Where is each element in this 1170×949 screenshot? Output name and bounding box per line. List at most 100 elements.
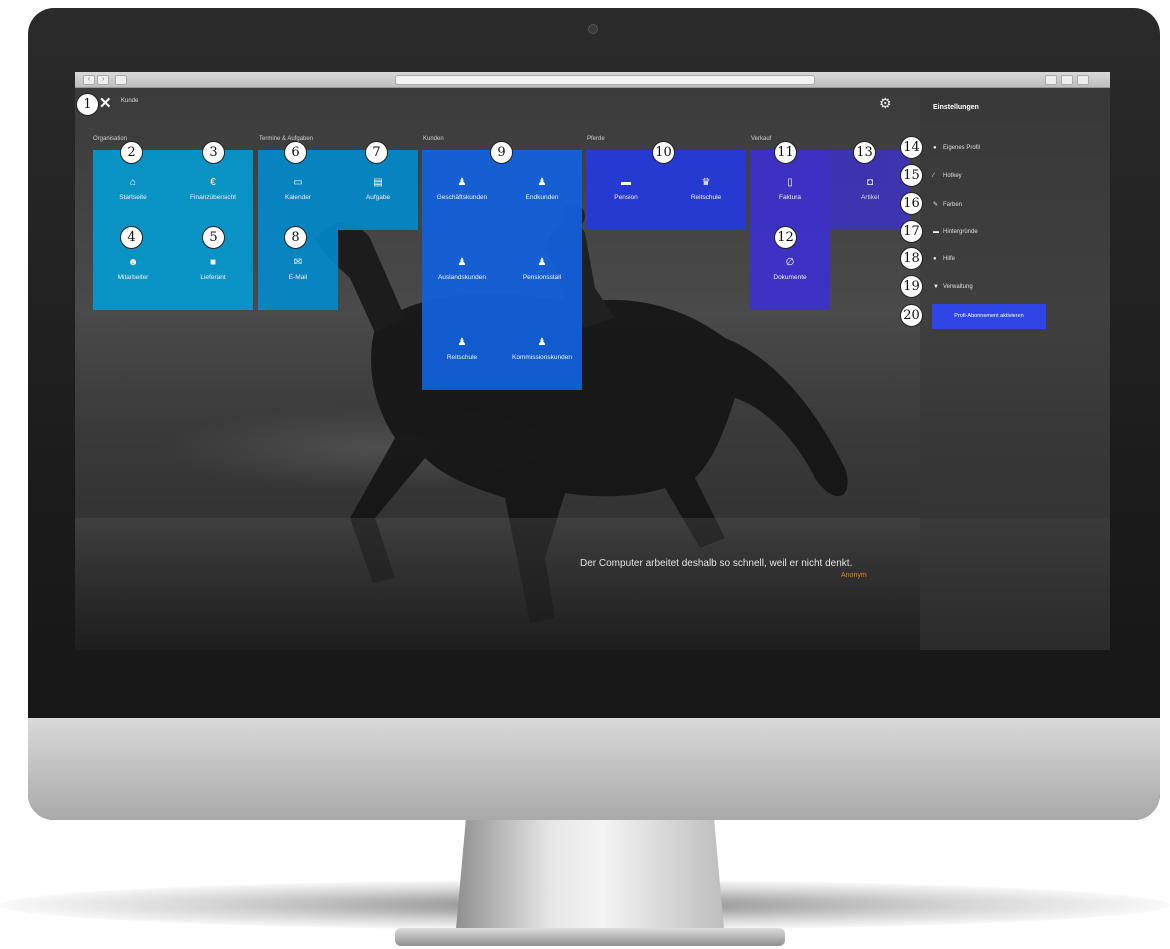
- tile-label: Pension: [614, 194, 638, 201]
- sidebar-toggle-icon[interactable]: [115, 75, 127, 85]
- callout-badge: 18: [900, 247, 923, 270]
- setting-hotkey[interactable]: ⁄ Hotkey: [933, 173, 962, 179]
- tile-endkunden[interactable]: ♟ Endkunden: [502, 150, 582, 230]
- callout-badge: 1: [76, 93, 99, 116]
- person-icon: ♟: [457, 337, 467, 348]
- tile-label: Reitschule: [446, 354, 478, 361]
- document-icon: ▯: [787, 177, 793, 188]
- browser-toolbar: ‹ ›: [75, 72, 1110, 88]
- group-label-termine: Termine & Aufgaben: [259, 136, 314, 142]
- trophy-icon: ♛: [701, 177, 711, 188]
- tile-label: Artikel: [860, 194, 880, 201]
- tile-label: Reitschule: [690, 194, 722, 201]
- callout-badge: 9: [490, 141, 513, 164]
- setting-label: Farben: [943, 202, 963, 208]
- callout-badge: 6: [284, 141, 307, 164]
- quote-text: Der Computer arbeitet deshalb so schnell…: [580, 558, 853, 569]
- callout-badge: 14: [900, 136, 923, 159]
- setting-label: Hotkey: [943, 173, 962, 179]
- forward-icon[interactable]: ›: [97, 75, 109, 85]
- tile-pension[interactable]: ▬ Pension: [586, 150, 666, 230]
- address-bar[interactable]: [395, 75, 815, 85]
- home-icon: ⌂: [129, 177, 137, 188]
- setting-eigenes-profil[interactable]: ● Eigenes Profil: [933, 145, 980, 151]
- tile-label: Startseite: [119, 194, 147, 201]
- tile-kommissionskunden[interactable]: ♟ Kommissionskunden: [502, 310, 582, 390]
- group-label-pferde: Pferde: [587, 136, 605, 142]
- callout-badge: 5: [202, 226, 225, 249]
- person-icon: ♟: [537, 257, 547, 268]
- setting-label: Hilfe: [943, 256, 956, 262]
- back-icon[interactable]: ‹: [83, 75, 95, 85]
- setting-hilfe[interactable]: ● Hilfe: [933, 256, 955, 262]
- tile-label: Pensionsstall: [522, 274, 562, 281]
- setting-hintergruende[interactable]: ▬ Hintergründe: [933, 229, 978, 235]
- share-icon[interactable]: [1061, 75, 1073, 85]
- callout-badge: 16: [900, 192, 923, 215]
- monitor-chin: [28, 718, 1160, 820]
- person-icon: ♟: [457, 257, 467, 268]
- setting-farben[interactable]: ✎ Farben: [933, 201, 962, 208]
- tabs-icon[interactable]: [1077, 75, 1089, 85]
- shield-icon: ▼: [933, 284, 939, 290]
- tile-label: Auslandskunden: [437, 274, 487, 281]
- setting-label: Eigenes Profil: [943, 145, 981, 151]
- tile-label: Mitarbeiter: [117, 274, 149, 281]
- settings-title: Einstellungen: [933, 104, 979, 111]
- tile-auslandskunden[interactable]: ♟ Auslandskunden: [422, 230, 502, 310]
- user-name[interactable]: Kunde: [121, 98, 138, 104]
- bed-icon: ▬: [621, 177, 631, 188]
- tile-label: E-Mail: [288, 274, 308, 281]
- tile-label: Kommissionskunden: [512, 354, 572, 361]
- paperclip-icon: ∅: [785, 257, 795, 268]
- monitor-foot: [395, 928, 785, 946]
- callout-badge: 15: [900, 164, 923, 187]
- callout-badge: 20: [900, 304, 923, 327]
- tile-label: Lieferant: [200, 274, 226, 281]
- task-icon: ▤: [373, 177, 383, 188]
- tile-pensionsstall[interactable]: ♟ Pensionsstall: [502, 230, 582, 310]
- help-icon: ●: [933, 256, 937, 262]
- pencil-icon: ✎: [933, 202, 939, 208]
- person-icon: ♟: [537, 337, 547, 348]
- activate-subscription-button[interactable]: Profi-Abonnement aktivieren: [932, 304, 1046, 329]
- truck-icon: ■: [209, 257, 217, 268]
- callout-badge: 11: [774, 141, 797, 164]
- group-label-verkauf: Verkauf: [751, 136, 772, 142]
- tile-label: Geschäftskunden: [436, 194, 488, 201]
- mail-icon: ✉: [293, 257, 303, 268]
- callout-badge: 2: [120, 141, 143, 164]
- callout-badge: 12: [774, 226, 797, 249]
- gift-icon: ◘: [866, 177, 874, 188]
- key-icon: ⁄: [933, 173, 935, 179]
- group-label-kunden: Kunden: [423, 136, 444, 142]
- close-icon[interactable]: ✕: [99, 94, 112, 112]
- callout-badge: 17: [900, 220, 923, 243]
- setting-label: Verwaltung: [943, 284, 973, 290]
- callout-badge: 13: [853, 141, 876, 164]
- tile-label: Dokumente: [773, 274, 807, 281]
- callout-badge: 19: [900, 275, 923, 298]
- tile-reitschule[interactable]: ♛ Reitschule: [666, 150, 746, 230]
- callout-badge: 8: [284, 226, 307, 249]
- quote-author: Anonym: [841, 572, 867, 579]
- setting-verwaltung[interactable]: ▼ Verwaltung: [933, 284, 973, 290]
- callout-badge: 10: [652, 141, 675, 164]
- tile-label: Aufgabe: [365, 194, 391, 201]
- setting-label: Hintergründe: [943, 229, 978, 235]
- tile-label: Faktura: [778, 194, 802, 201]
- euro-icon: €: [210, 177, 216, 188]
- person-icon: ♟: [537, 177, 547, 188]
- camera: [588, 24, 598, 34]
- group-label-organisation: Organisation: [93, 136, 128, 142]
- users-icon: ☻: [127, 257, 139, 268]
- tile-geschaeftskunden[interactable]: ♟ Geschäftskunden: [422, 150, 502, 230]
- calendar-icon: ▭: [293, 177, 303, 188]
- person-icon: ♟: [457, 177, 467, 188]
- gear-icon[interactable]: ⚙: [879, 95, 892, 112]
- person-icon: ●: [933, 145, 937, 151]
- download-icon[interactable]: [1045, 75, 1057, 85]
- monitor-stand: [455, 820, 725, 940]
- monitor-photo: ‹ › ✕ Kunde ⚙ Organisation Termine & Auf…: [0, 0, 1170, 949]
- tile-reitschule-kunden[interactable]: ♟ Reitschule: [422, 310, 502, 390]
